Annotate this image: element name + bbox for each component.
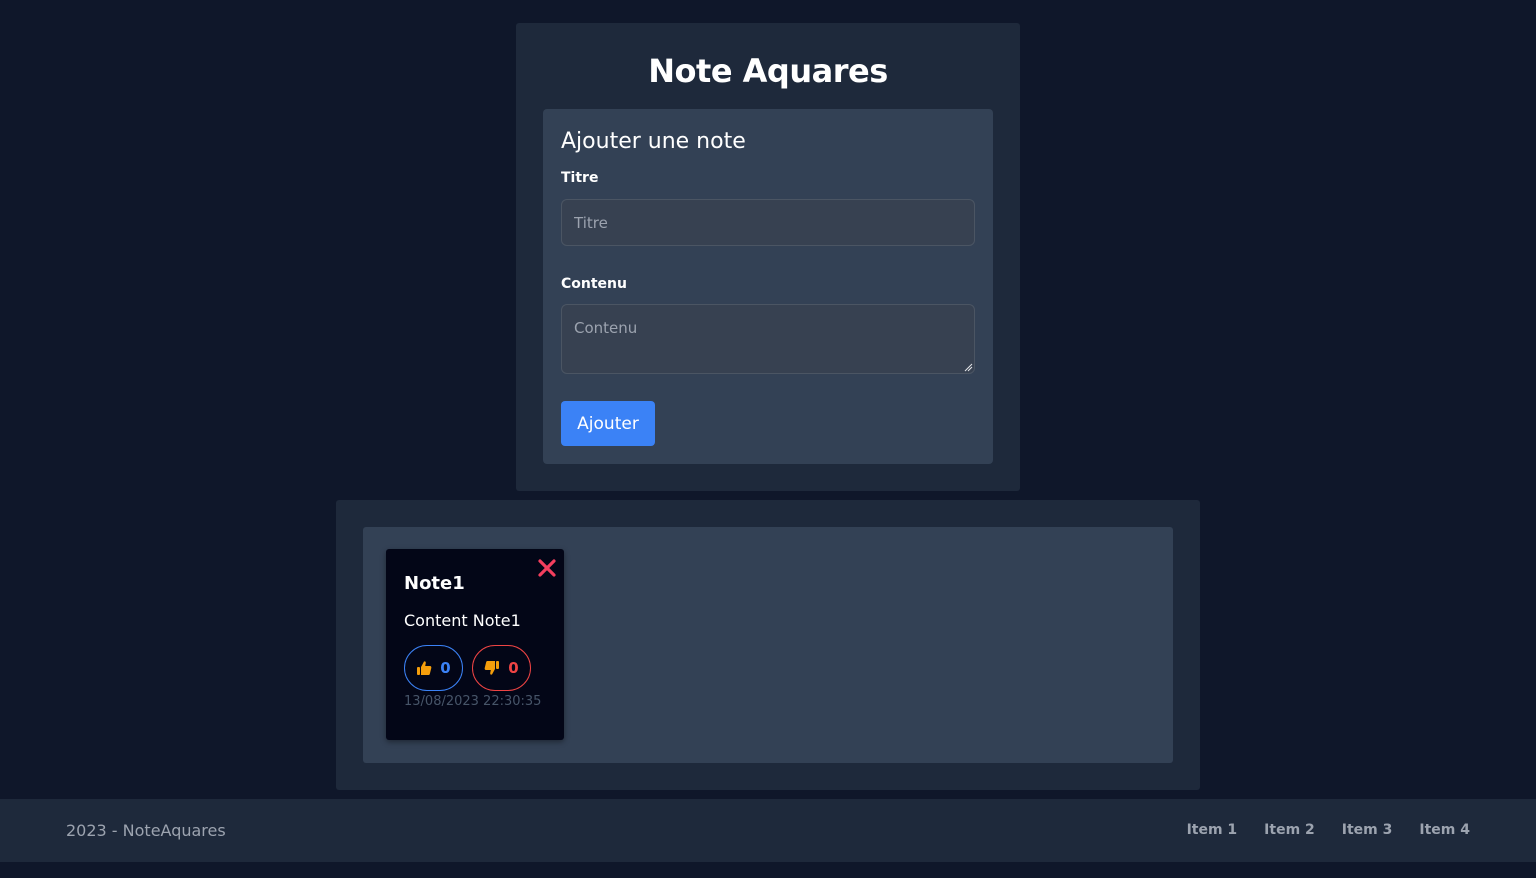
footer: 2023 - NoteAquares Item 1 Item 2 Item 3 … — [0, 799, 1536, 862]
thumbs-up-icon — [417, 661, 432, 675]
footer-link-item-4[interactable]: Item 4 — [1419, 822, 1470, 838]
add-note-button[interactable]: Ajouter — [561, 401, 655, 446]
footer-link-item-2[interactable]: Item 2 — [1264, 822, 1315, 838]
note-title: Note1 — [404, 573, 465, 594]
page-title: Note Aquares — [648, 52, 888, 90]
header: Note Aquares — [516, 0, 1020, 110]
form-heading: Ajouter une note — [561, 129, 746, 154]
title-label: Titre — [561, 170, 599, 186]
note-content: Content Note1 — [404, 611, 521, 630]
close-icon[interactable] — [536, 557, 558, 579]
footer-link-item-1[interactable]: Item 1 — [1187, 822, 1238, 838]
thumbs-down-icon — [484, 661, 500, 675]
title-input[interactable] — [561, 199, 975, 246]
like-button[interactable]: 0 — [404, 645, 463, 691]
dislike-button[interactable]: 0 — [472, 645, 531, 691]
like-count: 0 — [440, 659, 451, 677]
footer-nav: Item 1 Item 2 Item 3 Item 4 — [1187, 822, 1470, 838]
note-card: Note1 Content Note1 0 0 13/08/2023 22:30… — [386, 549, 564, 740]
add-note-form: Ajouter une note Titre Contenu Ajouter — [543, 109, 993, 464]
dislike-count: 0 — [508, 659, 519, 677]
resize-handle-icon[interactable] — [963, 362, 973, 372]
footer-copyright: 2023 - NoteAquares — [66, 821, 226, 840]
note-timestamp: 13/08/2023 22:30:35 — [404, 694, 542, 709]
content-textarea[interactable] — [561, 304, 975, 374]
content-label: Contenu — [561, 276, 627, 292]
footer-link-item-3[interactable]: Item 3 — [1342, 822, 1393, 838]
